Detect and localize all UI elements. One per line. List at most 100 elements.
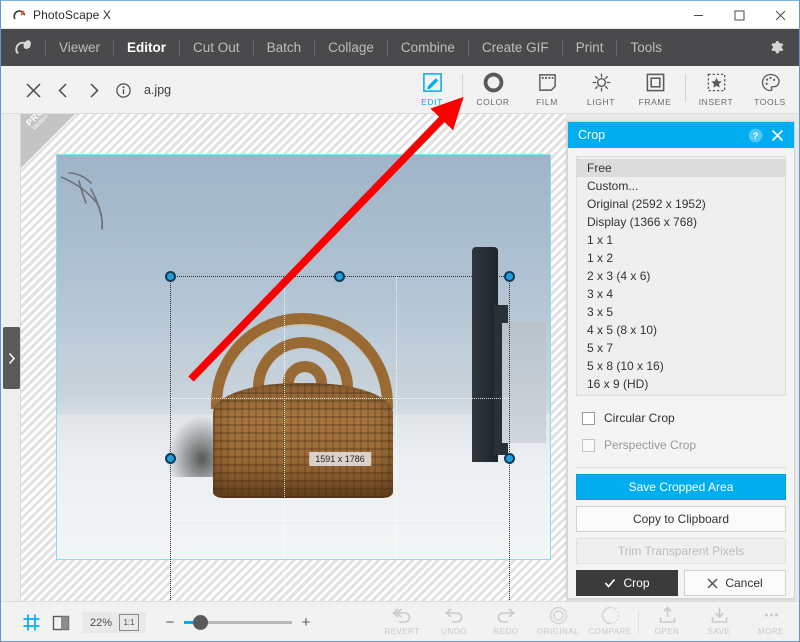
copy-to-clipboard-button[interactable]: Copy to Clipboard — [576, 506, 786, 532]
ratio-option-5x8[interactable]: 5 x 8 (10 x 16) — [577, 357, 785, 375]
app-mark-icon[interactable] — [1, 29, 45, 66]
menu-item-collage[interactable]: Collage — [315, 29, 387, 66]
photoscape-logo-icon — [7, 1, 33, 29]
tool-label: INSERT — [698, 97, 734, 107]
menu-item-create-gif[interactable]: Create GIF — [469, 29, 562, 66]
tool-light[interactable]: LIGHT — [574, 66, 628, 114]
minimize-button[interactable] — [678, 1, 719, 29]
zoom-slider-knob[interactable] — [193, 615, 209, 630]
close-x-icon[interactable] — [766, 124, 788, 146]
ratio-option-1x1[interactable]: 1 x 1 — [577, 231, 785, 249]
history-action-group: REVERT UNDO REDO ORIGINAL COMPARE OPEN S… — [376, 602, 797, 641]
tool-label: COMPARE — [588, 627, 632, 636]
crop-handle-top-right[interactable] — [504, 271, 515, 282]
save-button[interactable]: SAVE — [693, 602, 745, 641]
sidebar-expand-handle[interactable] — [3, 327, 20, 389]
perspective-crop-checkbox[interactable] — [582, 438, 595, 452]
pro-badge-label: PRO — [24, 114, 46, 129]
window-title: PhotoScape X — [33, 7, 111, 22]
pencil-square-icon — [422, 70, 443, 94]
color-ring-icon — [483, 70, 504, 94]
chevron-right-icon[interactable] — [79, 75, 107, 105]
menu-item-tools[interactable]: Tools — [617, 29, 675, 66]
save-cropped-area-button[interactable]: Save Cropped Area — [576, 474, 786, 500]
file-nav-group: a.jpg — [19, 66, 171, 114]
info-circle-icon[interactable] — [109, 75, 137, 105]
ratio-option-3x5[interactable]: 3 x 5 — [577, 303, 785, 321]
zoom-in-button[interactable]: + — [300, 614, 312, 631]
menu-item-combine[interactable]: Combine — [388, 29, 468, 66]
crop-selection[interactable]: 1591 x 1786 — [165, 271, 515, 641]
cancel-button[interactable]: Cancel — [684, 570, 786, 596]
close-button[interactable] — [760, 1, 799, 29]
crop-handle-mid-right[interactable] — [504, 453, 515, 464]
tool-color[interactable]: COLOR — [466, 66, 520, 114]
actual-size-button[interactable]: 1:1 — [119, 614, 140, 631]
ratio-option-original[interactable]: Original (2592 x 1952) — [577, 195, 785, 213]
chevron-left-icon[interactable] — [49, 75, 77, 105]
open-upload-icon — [658, 605, 677, 625]
zoom-out-button[interactable]: − — [164, 614, 176, 631]
tool-label: REVERT — [384, 627, 420, 636]
question-circle-icon[interactable]: ? — [744, 124, 766, 146]
window-controls — [678, 1, 799, 29]
menu-item-viewer[interactable]: Viewer — [46, 29, 113, 66]
crop-panel: Crop ? Free Custom... Original (2592 x 1… — [567, 121, 795, 599]
zoom-slider-track[interactable] — [184, 615, 293, 630]
crop-button-label: Crop — [623, 576, 650, 590]
left-rail — [1, 114, 21, 601]
circular-crop-checkbox[interactable] — [582, 411, 595, 425]
tool-divider — [462, 74, 463, 102]
compare-button[interactable]: COMPARE — [584, 602, 636, 641]
undo-button[interactable]: UNDO — [428, 602, 480, 641]
circular-crop-row[interactable]: Circular Crop — [582, 406, 794, 430]
tool-divider — [685, 74, 686, 102]
tool-label: ORIGINAL — [536, 627, 580, 636]
redo-button[interactable]: REDO — [480, 602, 532, 641]
zoom-level-group[interactable]: 22% 1:1 — [83, 612, 147, 633]
tool-label: SAVE — [707, 627, 731, 636]
close-x-icon[interactable] — [19, 75, 47, 105]
tool-film[interactable]: FILM — [520, 66, 574, 114]
chevron-right-icon — [8, 352, 16, 364]
tool-label: REDO — [493, 627, 519, 636]
ratio-option-free[interactable]: Free — [577, 159, 785, 177]
ratio-option-2x3[interactable]: 2 x 3 (4 x 6) — [577, 267, 785, 285]
menu-item-batch[interactable]: Batch — [254, 29, 315, 66]
crop-panel-title: Crop — [578, 128, 606, 142]
gear-icon[interactable] — [759, 29, 793, 66]
aspect-ratio-list[interactable]: Free Custom... Original (2592 x 1952) Di… — [576, 156, 786, 396]
tool-insert[interactable]: INSERT — [689, 66, 743, 114]
ratio-option-3x4[interactable]: 3 x 4 — [577, 285, 785, 303]
ratio-option-custom[interactable]: Custom... — [577, 177, 785, 195]
tool-tools[interactable]: TOOLS — [743, 66, 797, 114]
revert-arrow-icon — [392, 605, 412, 625]
redo-arrow-icon — [496, 605, 516, 625]
original-button[interactable]: ORIGINAL — [532, 602, 584, 641]
ratio-option-16x9[interactable]: 16 x 9 (HD) — [577, 375, 785, 393]
crop-guide-h2 — [171, 519, 509, 521]
tool-frame[interactable]: FRAME — [628, 66, 682, 114]
revert-button[interactable]: REVERT — [376, 602, 428, 641]
crop-handle-mid-left[interactable] — [165, 453, 176, 464]
more-button[interactable]: MORE — [745, 602, 797, 641]
open-button[interactable]: OPEN — [641, 602, 693, 641]
tool-edit[interactable]: EDIT — [405, 66, 459, 114]
grid-icon[interactable] — [19, 611, 43, 635]
crop-button[interactable]: Crop — [576, 570, 678, 596]
crop-dimensions-label: 1591 x 1786 — [309, 452, 371, 466]
crop-handle-top-left[interactable] — [165, 271, 176, 282]
maximize-button[interactable] — [719, 1, 760, 29]
ratio-option-1x2[interactable]: 1 x 2 — [577, 249, 785, 267]
split-view-icon[interactable] — [49, 611, 73, 635]
star-dashed-icon — [706, 70, 727, 94]
ratio-option-5x7[interactable]: 5 x 7 — [577, 339, 785, 357]
crop-handle-top-center[interactable] — [334, 271, 345, 282]
menu-item-cut-out[interactable]: Cut Out — [180, 29, 253, 66]
zoom-controls: 22% 1:1 − + — [19, 602, 312, 641]
ratio-option-4x5[interactable]: 4 x 5 (8 x 10) — [577, 321, 785, 339]
ratio-option-display[interactable]: Display (1366 x 768) — [577, 213, 785, 231]
menu-item-editor[interactable]: Editor — [114, 29, 179, 66]
menu-item-print[interactable]: Print — [563, 29, 617, 66]
perspective-crop-row[interactable]: Perspective Crop — [582, 433, 794, 457]
